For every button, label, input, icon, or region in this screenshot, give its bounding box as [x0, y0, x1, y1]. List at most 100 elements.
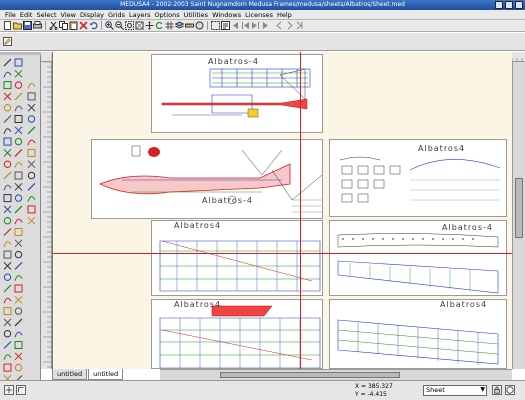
- vertical-scrollbar[interactable]: [512, 62, 525, 369]
- palette-tool-icon[interactable]: [3, 341, 12, 349]
- palette-tool-icon[interactable]: [3, 104, 12, 112]
- menu-layers[interactable]: Layers: [127, 10, 153, 19]
- palette-tool-icon[interactable]: [3, 273, 12, 281]
- palette-tool-icon[interactable]: [3, 149, 12, 157]
- drawing-canvas[interactable]: Albatros-4 Albatros-4 Albatros4 Albatros…: [52, 52, 512, 369]
- zoom-in-icon[interactable]: [105, 21, 114, 30]
- close-button[interactable]: [515, 1, 523, 9]
- palette-tool-icon[interactable]: [27, 216, 36, 225]
- menu-options[interactable]: Options: [153, 10, 182, 19]
- measure-icon[interactable]: [185, 21, 194, 30]
- palette-tool-icon[interactable]: [3, 250, 12, 259]
- arrow-left-icon[interactable]: [231, 21, 240, 30]
- open-folder-icon[interactable]: [13, 21, 22, 30]
- palette-tool-icon[interactable]: [14, 341, 23, 349]
- palette-tool-icon[interactable]: [14, 171, 23, 180]
- palette-tool-icon[interactable]: [14, 295, 23, 304]
- palette-tool-icon[interactable]: [27, 196, 36, 202]
- palette-tool-icon[interactable]: [14, 92, 23, 101]
- lock-icon[interactable]: [492, 385, 502, 395]
- arrow-left-end-icon[interactable]: [241, 21, 250, 30]
- arrow-right-icon[interactable]: [261, 21, 270, 30]
- palette-tool-icon[interactable]: [14, 228, 23, 236]
- sheet-prev-icon[interactable]: [275, 21, 284, 30]
- edit-properties-icon[interactable]: [3, 37, 12, 46]
- menu-help[interactable]: Help: [275, 10, 294, 19]
- drawing-sheet[interactable]: Albatros4: [151, 220, 323, 296]
- zoom-out-icon[interactable]: [115, 21, 124, 30]
- palette-tool-icon[interactable]: [3, 284, 12, 293]
- menu-view[interactable]: View: [59, 10, 78, 19]
- palette-tool-icon[interactable]: [14, 69, 23, 78]
- menu-grids[interactable]: Grids: [106, 10, 127, 19]
- palette-tool-icon[interactable]: [3, 318, 12, 327]
- palette-tool-icon[interactable]: [14, 352, 23, 361]
- palette-tool-icon[interactable]: [3, 217, 12, 225]
- palette-tool-icon[interactable]: [27, 115, 36, 123]
- maximize-button[interactable]: [505, 1, 513, 9]
- undo-icon[interactable]: [89, 21, 98, 30]
- refresh-icon[interactable]: [195, 21, 204, 30]
- palette-tool-icon[interactable]: [3, 184, 12, 191]
- palette-tool-icon[interactable]: [3, 71, 12, 78]
- drawing-sheet[interactable]: Albatros4: [329, 139, 507, 217]
- palette-tool-icon[interactable]: [14, 137, 23, 146]
- palette-tool-icon[interactable]: [27, 171, 36, 180]
- new-file-icon[interactable]: [3, 21, 12, 30]
- zoom-fit-icon[interactable]: [135, 21, 144, 30]
- palette-tool-icon[interactable]: [14, 194, 23, 202]
- horizontal-scroll-thumb[interactable]: [220, 372, 400, 378]
- palette-tool-icon[interactable]: [14, 250, 23, 259]
- palette-tool-icon[interactable]: [3, 354, 12, 360]
- drawing-sheet[interactable]: Albatros4: [151, 299, 323, 369]
- menu-file[interactable]: File: [3, 10, 18, 19]
- tab-untitled-1[interactable]: untitled: [52, 369, 88, 380]
- redraw-icon[interactable]: [155, 21, 164, 30]
- palette-tool-icon[interactable]: [3, 171, 12, 180]
- zoom-window-icon[interactable]: [125, 21, 134, 30]
- drawing-sheet[interactable]: Albatros-4: [329, 220, 507, 296]
- drawing-sheet[interactable]: Albatros-4: [151, 54, 323, 133]
- palette-tool-icon[interactable]: [3, 297, 12, 304]
- palette-tool-icon[interactable]: [3, 81, 12, 90]
- palette-tool-icon[interactable]: [3, 194, 12, 203]
- palette-tool-icon[interactable]: [3, 363, 12, 372]
- help-icon[interactable]: [505, 385, 515, 395]
- palette-tool-icon[interactable]: [27, 83, 36, 89]
- sheet-select[interactable]: Sheet ▼: [423, 385, 487, 396]
- palette-tool-icon[interactable]: [27, 126, 36, 135]
- palette-tool-icon[interactable]: [3, 128, 12, 134]
- palette-tool-icon[interactable]: [27, 182, 36, 191]
- palette-tool-icon[interactable]: [14, 205, 23, 214]
- palette-tool-icon[interactable]: [3, 330, 12, 338]
- palette-tool-icon[interactable]: [14, 331, 23, 338]
- select-all-icon[interactable]: [211, 21, 220, 30]
- palette-tool-icon[interactable]: [14, 162, 23, 168]
- palette-tool-icon[interactable]: [14, 284, 23, 293]
- drawing-sheet[interactable]: Albatros4: [329, 299, 507, 369]
- palette-tool-icon[interactable]: [14, 239, 23, 248]
- save-icon[interactable]: [23, 21, 32, 30]
- palette-tool-icon[interactable]: [27, 160, 36, 169]
- menu-edit[interactable]: Edit: [18, 10, 35, 19]
- palette-tool-icon[interactable]: [3, 228, 12, 236]
- palette-tool-icon[interactable]: [3, 115, 12, 123]
- menu-windows[interactable]: Windows: [210, 10, 243, 19]
- drawing-sheet[interactable]: Albatros-4: [91, 139, 323, 219]
- tab-untitled-2[interactable]: untitled: [88, 369, 124, 380]
- palette-tool-icon[interactable]: [14, 307, 23, 315]
- palette-tool-icon[interactable]: [14, 275, 23, 281]
- menu-utilities[interactable]: Utilities: [182, 10, 210, 19]
- palette-tool-icon[interactable]: [3, 241, 12, 247]
- menu-licenses[interactable]: Licenses: [243, 10, 275, 19]
- vertical-scroll-thumb[interactable]: [515, 178, 523, 238]
- properties-icon[interactable]: [221, 21, 230, 30]
- sheet-next-icon[interactable]: [285, 21, 294, 30]
- palette-tool-icon[interactable]: [3, 160, 12, 168]
- palette-icon-grid[interactable]: [0, 52, 41, 388]
- palette-tool-icon[interactable]: [14, 218, 23, 225]
- palette-tool-icon[interactable]: [14, 81, 23, 89]
- snap-icon[interactable]: [4, 385, 14, 395]
- delete-icon[interactable]: [79, 21, 88, 30]
- arrow-right-end-icon[interactable]: [251, 21, 260, 30]
